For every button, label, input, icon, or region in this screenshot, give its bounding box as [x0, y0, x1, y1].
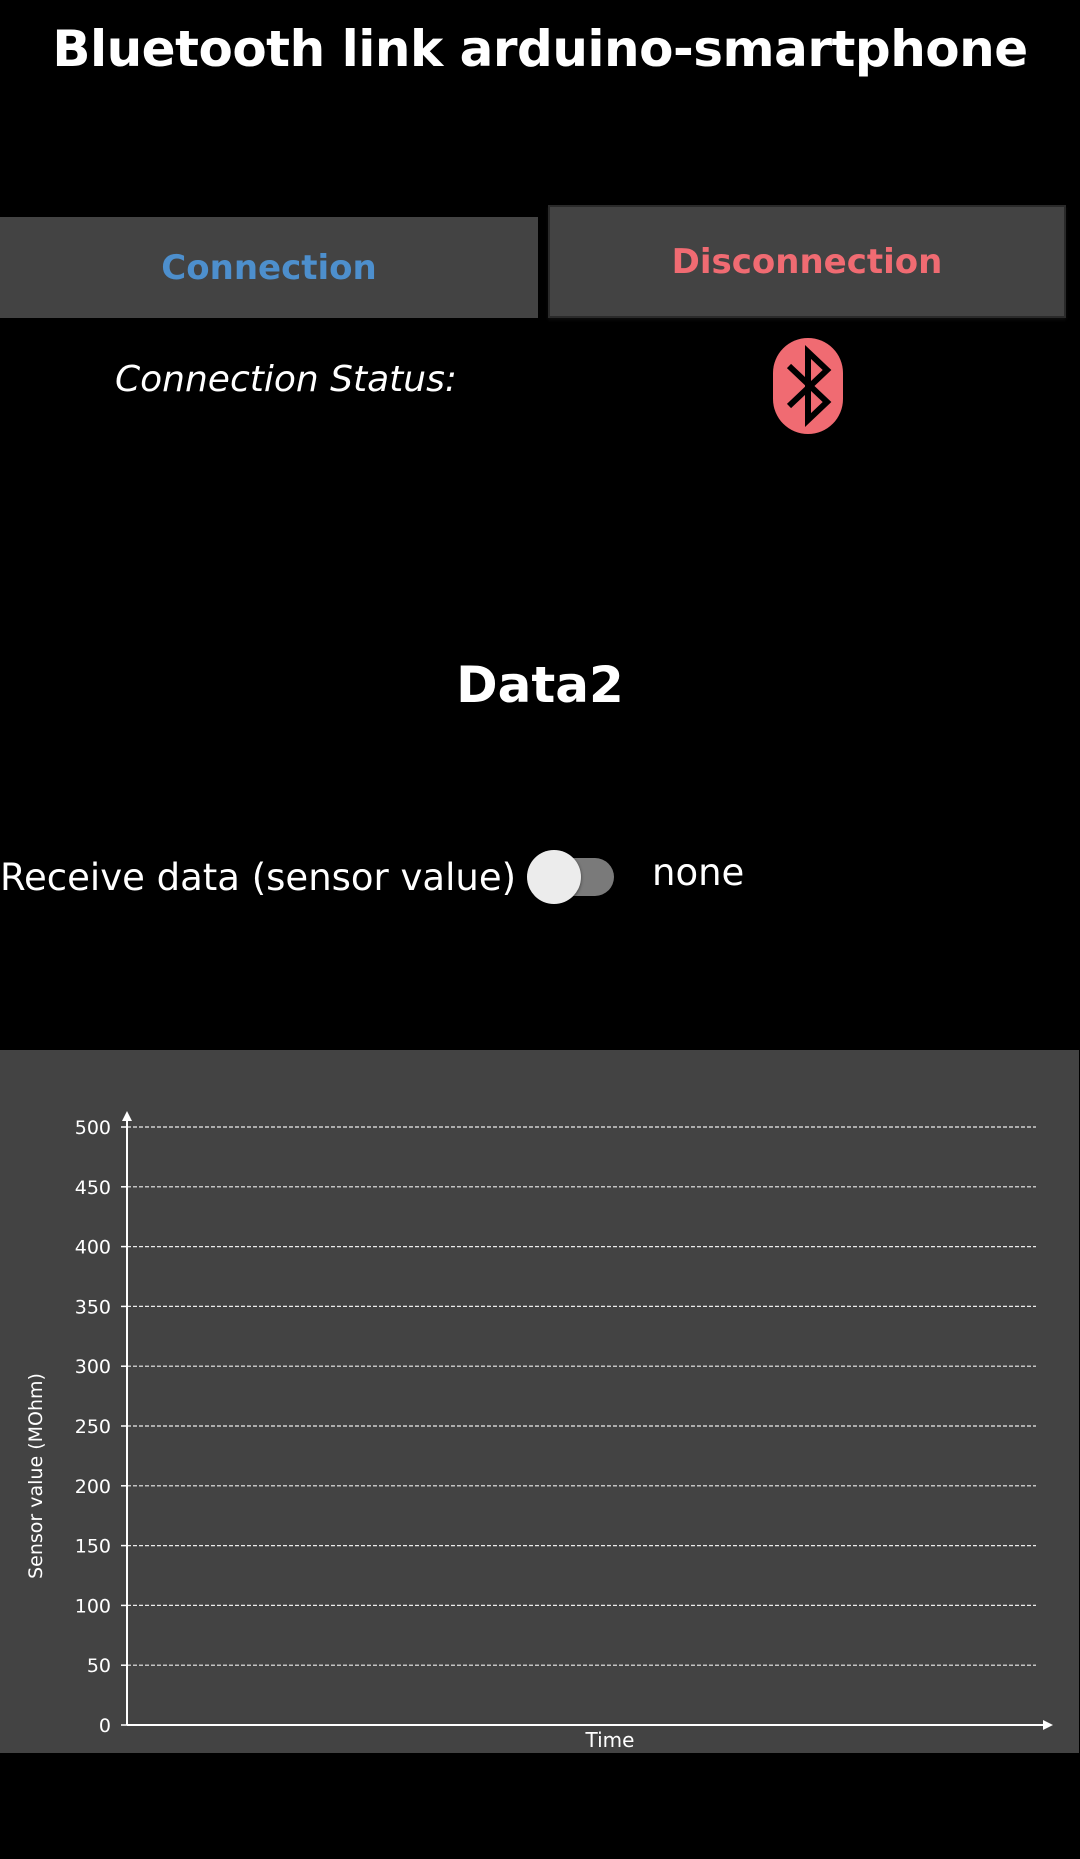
- y-tick-label: 450: [75, 1177, 111, 1199]
- x-axis-arrow: [1043, 1720, 1053, 1730]
- receive-data-toggle[interactable]: [527, 850, 616, 904]
- x-axis-title: Time: [585, 1728, 635, 1752]
- y-tick-label: 100: [75, 1595, 111, 1617]
- bluetooth-status-badge: [773, 338, 843, 434]
- receive-data-label: Receive data (sensor value): [0, 856, 517, 899]
- bluetooth-icon: [786, 345, 832, 427]
- y-tick-label: 200: [75, 1476, 111, 1498]
- disconnection-button-label: Disconnection: [671, 241, 943, 282]
- disconnection-button[interactable]: Disconnection: [548, 205, 1066, 318]
- y-tick-label: 0: [99, 1715, 111, 1737]
- app-title: Bluetooth link arduino-smartphone: [52, 20, 1028, 78]
- connection-button[interactable]: Connection: [0, 217, 538, 318]
- y-axis-arrow: [122, 1111, 132, 1121]
- connection-status-label: Connection Status:: [115, 359, 457, 400]
- y-tick-label: 250: [75, 1416, 111, 1438]
- y-tick-label: 150: [75, 1536, 111, 1558]
- sensor-chart: 0 50 100 150 200 250 300 350 400 450 500 Time Sensor…: [0, 1050, 1079, 1753]
- sensor-value-display: none: [652, 851, 745, 894]
- y-tick-label: 350: [75, 1296, 111, 1318]
- chart-svg: 0 50 100 150 200 250 300 350 400 450 500 Time Sensor…: [25, 1111, 1053, 1752]
- toggle-thumb: [527, 850, 581, 904]
- y-tick-label: 50: [87, 1655, 111, 1677]
- y-tick-label: 500: [75, 1117, 111, 1139]
- y-tick-label: 300: [75, 1356, 111, 1378]
- y-axis-title: Sensor value (MOhm): [25, 1373, 47, 1579]
- section-title: Data2: [456, 656, 624, 714]
- y-tick-label: 400: [75, 1237, 111, 1259]
- connection-button-label: Connection: [161, 247, 377, 288]
